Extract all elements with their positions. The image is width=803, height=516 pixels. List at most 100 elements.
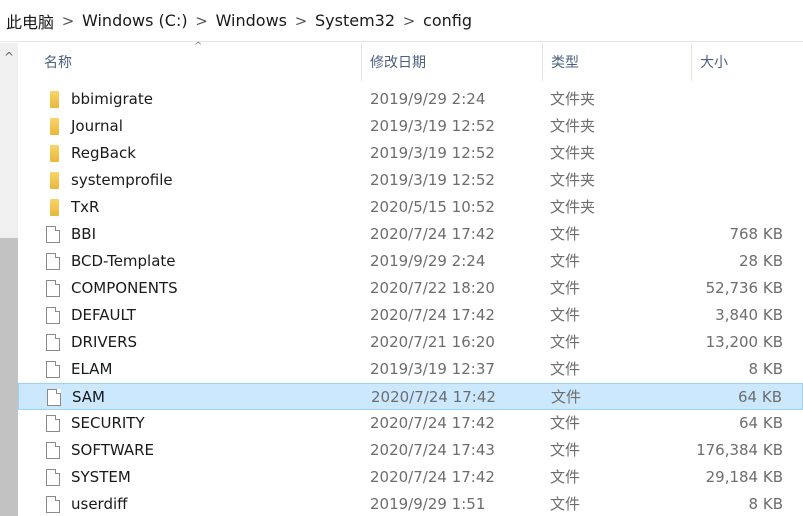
- chevron-right-icon[interactable]: >: [287, 12, 315, 30]
- file-name: ELAM: [71, 360, 113, 378]
- file-row[interactable]: COMPONENTS 2020/7/22 18:20 文件 52,736 KB: [18, 275, 803, 302]
- breadcrumb: 此电脑 > Windows (C:) > Windows > System32 …: [0, 0, 803, 42]
- file-name: BCD-Template: [71, 252, 176, 270]
- file-type: 文件: [551, 388, 582, 406]
- chevron-right-icon[interactable]: >: [54, 12, 82, 30]
- file-type: 文件: [550, 414, 581, 432]
- file-name: TxR: [71, 198, 100, 216]
- file-date-modified: 2020/5/15 10:52: [370, 198, 495, 216]
- breadcrumb-item-system32[interactable]: System32: [315, 11, 395, 30]
- file-row[interactable]: DEFAULT 2020/7/24 17:42 文件 3,840 KB: [18, 302, 803, 329]
- file-type: 文件: [550, 360, 581, 378]
- folder-icon: [50, 91, 59, 108]
- file-icon: [46, 361, 60, 378]
- file-type: 文件: [550, 333, 581, 351]
- file-date-modified: 2020/7/24 17:42: [370, 306, 495, 324]
- folder-icon: [50, 172, 59, 189]
- file-name: systemprofile: [71, 171, 173, 189]
- file-icon: [46, 253, 60, 270]
- file-date-modified: 2020/7/24 17:43: [370, 441, 495, 459]
- file-row[interactable]: SAM 2020/7/24 17:42 文件 64 KB: [18, 383, 803, 410]
- folder-icon: [50, 118, 59, 135]
- folder-icon: [50, 199, 59, 216]
- file-type: 文件夹: [550, 144, 596, 162]
- file-size: 176,384 KB: [696, 441, 783, 459]
- file-name: Journal: [71, 117, 123, 135]
- chevron-right-icon[interactable]: >: [188, 12, 216, 30]
- scroll-up-arrow-icon[interactable]: ^: [3, 50, 15, 64]
- file-type: 文件: [550, 306, 581, 324]
- file-icon: [47, 389, 61, 406]
- file-size: 64 KB: [739, 414, 783, 432]
- file-size: 8 KB: [748, 495, 783, 513]
- file-name: bbimigrate: [71, 90, 153, 108]
- file-row[interactable]: SECURITY 2020/7/24 17:42 文件 64 KB: [18, 410, 803, 437]
- file-size: 64 KB: [738, 388, 782, 406]
- file-type: 文件夹: [550, 117, 596, 135]
- file-type: 文件: [550, 279, 581, 297]
- file-name: SECURITY: [71, 414, 145, 432]
- navigation-pane-scrollbar[interactable]: ^: [0, 43, 18, 516]
- file-size: 768 KB: [729, 225, 783, 243]
- file-type: 文件夹: [550, 198, 596, 216]
- file-row[interactable]: bbimigrate 2019/9/29 2:24 文件夹: [18, 86, 803, 113]
- file-type: 文件夹: [550, 90, 596, 108]
- file-row[interactable]: ELAM 2019/3/19 12:37 文件 8 KB: [18, 356, 803, 383]
- file-type: 文件夹: [550, 171, 596, 189]
- file-row[interactable]: BCD-Template 2019/9/29 2:24 文件 28 KB: [18, 248, 803, 275]
- file-icon: [46, 280, 60, 297]
- file-icon: [46, 469, 60, 486]
- column-header-row: 名称 ^ 修改日期 类型 大小: [18, 41, 803, 81]
- file-row[interactable]: systemprofile 2019/3/19 12:52 文件夹: [18, 167, 803, 194]
- breadcrumb-item-config[interactable]: config: [423, 11, 472, 30]
- file-name: SYSTEM: [71, 468, 131, 486]
- breadcrumb-item-this-pc[interactable]: 此电脑: [6, 9, 54, 33]
- file-row[interactable]: BBI 2020/7/24 17:42 文件 768 KB: [18, 221, 803, 248]
- file-date-modified: 2019/9/29 1:51: [370, 495, 486, 513]
- file-size: 52,736 KB: [705, 279, 783, 297]
- file-name: SOFTWARE: [71, 441, 155, 459]
- file-icon: [46, 226, 60, 243]
- column-header-name[interactable]: 名称 ^: [18, 41, 361, 81]
- file-date-modified: 2019/3/19 12:37: [370, 360, 495, 378]
- file-icon: [46, 415, 60, 432]
- column-header-size[interactable]: 大小: [691, 43, 803, 81]
- file-explorer-window: 此电脑 > Windows (C:) > Windows > System32 …: [0, 0, 803, 516]
- column-header-type-label: 类型: [551, 55, 579, 71]
- file-name: SAM: [72, 388, 106, 406]
- file-type: 文件: [550, 441, 581, 459]
- file-row[interactable]: SOFTWARE 2020/7/24 17:43 文件 176,384 KB: [18, 437, 803, 464]
- file-date-modified: 2020/7/24 17:42: [370, 414, 495, 432]
- file-type: 文件: [550, 225, 581, 243]
- file-row[interactable]: DRIVERS 2020/7/21 16:20 文件 13,200 KB: [18, 329, 803, 356]
- file-date-modified: 2020/7/21 16:20: [370, 333, 495, 351]
- column-header-date[interactable]: 修改日期: [361, 43, 542, 81]
- file-icon: [46, 307, 60, 324]
- file-type: 文件: [550, 495, 581, 513]
- file-row[interactable]: Journal 2019/3/19 12:52 文件夹: [18, 113, 803, 140]
- file-name: COMPONENTS: [71, 279, 178, 297]
- file-name: DRIVERS: [71, 333, 138, 351]
- breadcrumb-item-drive-c[interactable]: Windows (C:): [82, 11, 188, 30]
- file-date-modified: 2020/7/24 17:42: [370, 225, 495, 243]
- file-size: 13,200 KB: [705, 333, 783, 351]
- file-type: 文件: [550, 252, 581, 270]
- file-name: BBI: [71, 225, 97, 243]
- sort-ascending-icon: ^: [194, 41, 203, 52]
- column-header-type[interactable]: 类型: [542, 43, 691, 81]
- file-list: bbimigrate 2019/9/29 2:24 文件夹 Journal 2019/3…: [18, 86, 803, 516]
- file-date-modified: 2019/3/19 12:52: [370, 117, 495, 135]
- file-row[interactable]: SYSTEM 2020/7/24 17:42 文件 29,184 KB: [18, 464, 803, 491]
- breadcrumb-item-windows[interactable]: Windows: [216, 11, 287, 30]
- file-row[interactable]: RegBack 2019/3/19 12:52 文件夹: [18, 140, 803, 167]
- folder-icon: [50, 145, 59, 162]
- file-row[interactable]: TxR 2020/5/15 10:52 文件夹: [18, 194, 803, 221]
- file-row[interactable]: userdiff 2019/9/29 1:51 文件 8 KB: [18, 491, 803, 516]
- file-date-modified: 2020/7/24 17:42: [371, 388, 496, 406]
- file-date-modified: 2020/7/24 17:42: [370, 468, 495, 486]
- scrollbar-thumb[interactable]: [0, 238, 18, 516]
- file-size: 29,184 KB: [705, 468, 783, 486]
- file-name: userdiff: [71, 495, 128, 513]
- chevron-right-icon[interactable]: >: [395, 12, 423, 30]
- file-icon: [46, 442, 60, 459]
